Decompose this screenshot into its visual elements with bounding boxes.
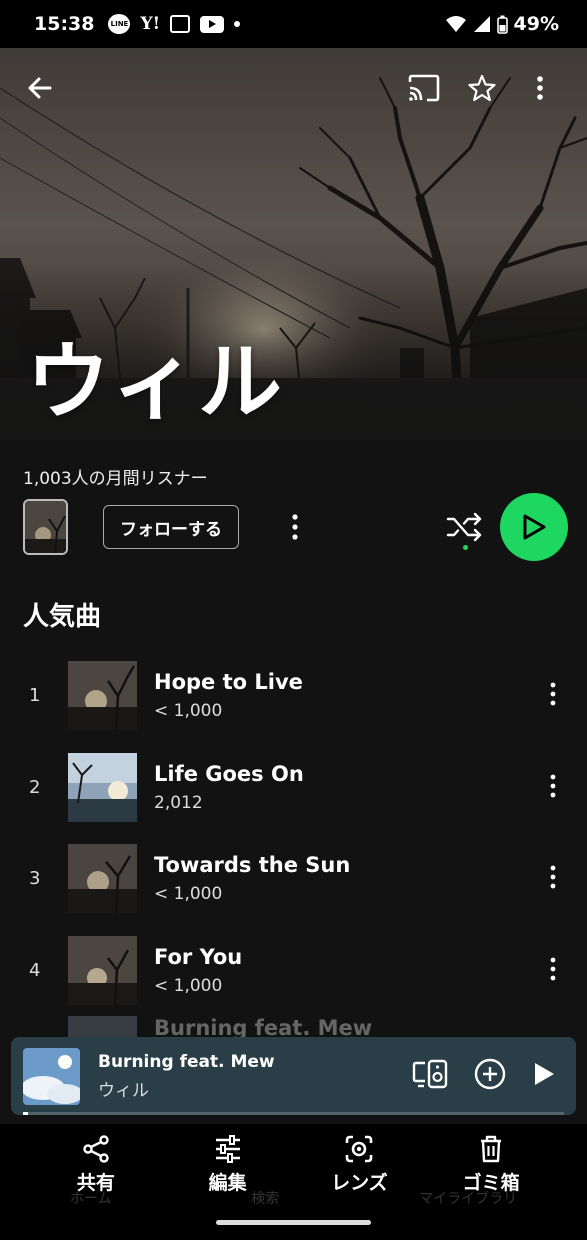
track-more-button[interactable] <box>541 674 565 714</box>
track-row[interactable]: 2 Life Goes On 2,012 <box>0 742 587 834</box>
gesture-home-bar[interactable] <box>216 1220 371 1225</box>
favorite-button[interactable] <box>453 66 511 110</box>
track-row[interactable]: 1 Hope to Live < 1,000 <box>0 650 587 742</box>
track-title: Hope to Live <box>154 670 303 695</box>
lens-button[interactable]: レンズ <box>314 1134 404 1195</box>
track-row[interactable]: 4 For You < 1,000 <box>0 925 587 1017</box>
mini-play-button[interactable] <box>532 1061 556 1091</box>
track-artwork <box>68 935 137 1005</box>
battery-icon <box>496 15 508 34</box>
lens-icon <box>346 1135 373 1163</box>
speaker-device-icon <box>412 1059 448 1089</box>
now-playing-artist: ウィル <box>98 1080 149 1101</box>
track-rank: 1 <box>29 685 41 707</box>
share-icon <box>83 1135 109 1163</box>
mail-icon <box>170 15 191 33</box>
track-play-count: < 1,000 <box>154 701 223 722</box>
share-label: 共有 <box>76 1172 115 1194</box>
artist-actions: フォローする <box>23 492 568 562</box>
trash-icon <box>481 1135 502 1163</box>
now-playing-title: Burning feat. Mew <box>98 1051 275 1072</box>
status-time: 15:38 <box>34 13 95 35</box>
overflow-menu-button[interactable] <box>511 66 569 110</box>
play-button[interactable] <box>500 493 568 561</box>
track-artwork <box>68 661 137 731</box>
artist-thumbnail[interactable] <box>23 499 68 555</box>
wifi-icon <box>445 16 466 32</box>
cast-icon <box>408 74 440 102</box>
track-row[interactable]: 3 Towards the Sun < 1,000 <box>0 833 587 925</box>
dot-icon <box>234 21 241 27</box>
bottom-action-bar: ホーム 検索 マイライブラリ 共有 編集 レンズ ゴミ箱 <box>0 1124 587 1240</box>
line-icon: LINE <box>108 14 131 34</box>
edit-label: 編集 <box>208 1172 247 1194</box>
trash-label: ゴミ箱 <box>462 1172 520 1194</box>
track-title: For You <box>154 944 243 969</box>
track-rank: 4 <box>29 959 41 981</box>
track-artwork <box>68 752 137 822</box>
more-vert-icon <box>550 682 556 706</box>
youtube-icon <box>200 15 225 33</box>
playback-progress-fill <box>23 1112 29 1115</box>
shuffle-button[interactable] <box>443 502 487 552</box>
add-to-library-button[interactable] <box>474 1058 506 1094</box>
now-playing-artwork <box>23 1047 80 1105</box>
back-arrow-icon <box>28 77 52 99</box>
track-more-button[interactable] <box>541 766 565 806</box>
shuffle-icon <box>446 512 482 542</box>
star-icon <box>468 74 496 102</box>
share-button[interactable]: 共有 <box>51 1134 141 1195</box>
play-icon <box>523 514 546 540</box>
track-rank: 2 <box>29 776 41 798</box>
popular-section-title: 人気曲 <box>23 602 102 632</box>
more-vert-icon <box>550 865 556 889</box>
popular-tracks-list: 1 Hope to Live < 1,000 2 Life Goes On 2,… <box>0 650 587 1046</box>
monthly-listeners: 1,003人の月間リスナー <box>23 469 208 489</box>
track-play-count: < 1,000 <box>154 975 223 996</box>
track-artwork <box>68 844 137 914</box>
more-vert-icon <box>550 957 556 980</box>
shuffle-active-indicator <box>462 545 468 550</box>
yahoo-icon: Y! <box>140 14 161 34</box>
track-title: Towards the Sun <box>154 853 351 878</box>
artist-more-button[interactable] <box>283 507 307 547</box>
more-vert-icon <box>550 774 556 797</box>
battery-percent: 49% <box>513 13 559 35</box>
top-app-bar <box>0 48 587 128</box>
add-circle-icon <box>474 1058 506 1090</box>
mini-player[interactable]: Burning feat. Mew ウィル <box>11 1037 576 1115</box>
artist-name: ウィル <box>26 333 285 431</box>
signal-icon <box>473 16 490 32</box>
trash-button[interactable]: ゴミ箱 <box>446 1134 536 1195</box>
track-rank: 3 <box>29 868 41 890</box>
more-vert-icon <box>292 514 298 540</box>
track-more-button[interactable] <box>541 857 565 897</box>
cast-button[interactable] <box>395 66 453 110</box>
track-more-button[interactable] <box>541 949 565 989</box>
playback-progress-bar <box>23 1112 564 1115</box>
follow-button[interactable]: フォローする <box>103 505 239 549</box>
back-button[interactable] <box>18 66 62 110</box>
status-bar: 15:38 LINE Y! 49% <box>0 0 587 48</box>
connect-device-button[interactable] <box>412 1059 448 1093</box>
track-play-count: 2,012 <box>154 792 203 813</box>
more-vert-icon <box>537 76 543 100</box>
track-title: Life Goes On <box>154 761 304 786</box>
play-icon <box>535 1063 554 1085</box>
lens-label: レンズ <box>331 1172 388 1194</box>
tune-icon <box>215 1135 240 1163</box>
edit-button[interactable]: 編集 <box>183 1134 273 1195</box>
track-play-count: < 1,000 <box>154 884 223 905</box>
